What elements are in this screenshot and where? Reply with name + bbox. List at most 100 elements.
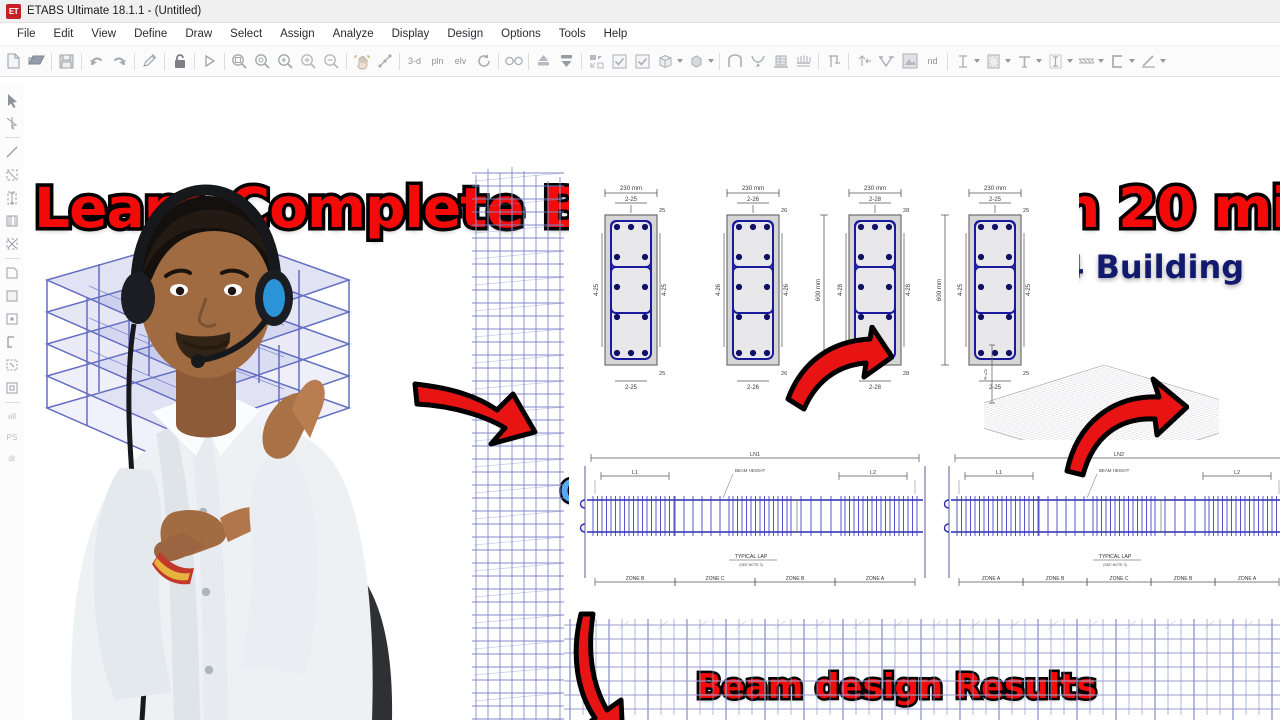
view-elevation-button[interactable]: elv [450, 51, 471, 72]
render-dropdown-caret-icon[interactable] [708, 59, 714, 63]
zoom-out-icon[interactable] [321, 51, 342, 72]
extrude-dropdown-caret-icon[interactable] [677, 59, 683, 63]
window-title: ETABS Ultimate 18.1.1 - (Untitled) [27, 5, 202, 17]
extrude-view-icon[interactable] [655, 51, 676, 72]
draw-wall-icon[interactable] [2, 210, 22, 232]
slab-dim-label: 4-25 [984, 369, 989, 380]
draw-cross-brace-icon[interactable] [2, 233, 22, 255]
select-poly-icon[interactable] [2, 377, 22, 399]
move-up-icon[interactable] [533, 51, 554, 72]
render-solid-icon[interactable] [686, 51, 707, 72]
channel-section-icon[interactable] [1107, 51, 1128, 72]
wall-icon[interactable] [770, 51, 791, 72]
beam-dropdown-caret-icon[interactable] [974, 59, 980, 63]
draw-line-icon[interactable] [2, 141, 22, 163]
svg-text:28: 28 [903, 208, 909, 214]
view-3d-button[interactable]: 3-d [404, 51, 425, 72]
select-window-icon[interactable] [2, 354, 22, 376]
beam-section-icon[interactable] [952, 51, 973, 72]
menu-item-assign[interactable]: Assign [271, 26, 324, 42]
svg-text:LN1: LN1 [750, 452, 760, 458]
channel-dropdown-caret-icon[interactable] [1129, 59, 1135, 63]
model-view-canvas[interactable]: 230 mm 2-25 25 2-25 25 4-25 4-25 230 mm 2-26 26 2-… [24, 85, 1280, 720]
ibeam-section-icon[interactable] [1045, 51, 1066, 72]
arrow-to-rebar-cage-icon [412, 381, 538, 447]
menu-item-file[interactable]: File [8, 26, 45, 42]
svg-text:600 mm: 600 mm [936, 279, 943, 301]
menu-item-analyze[interactable]: Analyze [324, 26, 383, 42]
truss-dropdown-caret-icon[interactable] [1098, 59, 1104, 63]
svg-text:ZONE A: ZONE A [1238, 576, 1257, 582]
svg-text:2-28: 2-28 [869, 197, 882, 203]
svg-text:4-26: 4-26 [716, 283, 722, 296]
slab-load-icon[interactable] [793, 51, 814, 72]
tee-dropdown-caret-icon[interactable] [1036, 59, 1042, 63]
check-model-icon[interactable] [609, 51, 630, 72]
draw-point-icon[interactable] [2, 308, 22, 330]
svg-text:4-25: 4-25 [594, 283, 600, 296]
menu-item-help[interactable]: Help [595, 26, 637, 42]
zoom-box-icon[interactable] [229, 51, 250, 72]
draw-corner-icon[interactable] [2, 331, 22, 353]
ibeam-dropdown-caret-icon[interactable] [1067, 59, 1073, 63]
menu-item-display[interactable]: Display [383, 26, 439, 42]
column-dropdown-caret-icon[interactable] [1005, 59, 1011, 63]
menu-item-draw[interactable]: Draw [176, 26, 221, 42]
menu-item-view[interactable]: View [82, 26, 125, 42]
menu-item-define[interactable]: Define [125, 26, 176, 42]
restraint-icon[interactable] [853, 51, 874, 72]
object-shrink-icon[interactable] [586, 51, 607, 72]
zoom-in-icon[interactable] [298, 51, 319, 72]
draw-quad-icon[interactable] [2, 164, 22, 186]
view-plan-button[interactable]: pln [427, 51, 448, 72]
render-view-icon[interactable] [899, 51, 920, 72]
menu-item-options[interactable]: Options [492, 26, 550, 42]
status-label-all: all [7, 411, 16, 421]
rotate-3d-icon[interactable] [473, 51, 494, 72]
svg-text:28: 28 [903, 371, 909, 377]
truss-section-icon[interactable] [1076, 51, 1097, 72]
cable-icon[interactable] [747, 51, 768, 72]
svg-text:ZONE C: ZONE C [1110, 576, 1129, 582]
edit-pencil-icon[interactable] [139, 51, 160, 72]
move-down-icon[interactable] [556, 51, 577, 72]
rebar-mesh-bottom-view [564, 619, 1280, 720]
svg-text:L2: L2 [870, 470, 876, 476]
svg-text:TYPICAL LAP: TYPICAL LAP [735, 554, 768, 560]
pointer-select-icon[interactable] [2, 89, 22, 111]
unlock-icon[interactable] [169, 51, 190, 72]
menu-item-select[interactable]: Select [221, 26, 271, 42]
draw-rect-area-icon[interactable] [2, 285, 22, 307]
svg-text:2-25: 2-25 [625, 385, 638, 391]
draw-line-tool-icon[interactable] [1138, 51, 1159, 72]
moment-frame-icon[interactable] [876, 51, 897, 72]
run-analysis-icon[interactable] [199, 51, 220, 72]
svg-text:25: 25 [659, 371, 665, 377]
tee-section-icon[interactable] [1014, 51, 1035, 72]
menu-item-design[interactable]: Design [438, 26, 492, 42]
menu-item-tools[interactable]: Tools [550, 26, 595, 42]
menu-item-edit[interactable]: Edit [45, 26, 83, 42]
redo-icon[interactable] [109, 51, 130, 72]
select-adjacent-icon[interactable] [2, 112, 22, 134]
show-undeformed-icon[interactable] [503, 51, 524, 72]
check-model-2-icon[interactable] [632, 51, 653, 72]
svg-text:25: 25 [659, 208, 665, 214]
column-section-icon[interactable] [983, 51, 1004, 72]
draw-dropdown-caret-icon[interactable] [1160, 59, 1166, 63]
set-display-options-icon[interactable] [374, 51, 395, 72]
nd-button[interactable]: nd [922, 51, 943, 72]
new-model-icon[interactable] [3, 51, 24, 72]
draw-floor-icon[interactable] [2, 262, 22, 284]
svg-text:TYPICAL LAP: TYPICAL LAP [1099, 554, 1132, 560]
draw-column-icon[interactable] [2, 187, 22, 209]
zoom-fit-icon[interactable] [252, 51, 273, 72]
frame-portal-icon[interactable] [724, 51, 745, 72]
undo-icon[interactable] [86, 51, 107, 72]
building-3d-frame-model [44, 231, 352, 488]
section-cut-icon[interactable] [823, 51, 844, 72]
zoom-previous-icon[interactable] [275, 51, 296, 72]
save-icon[interactable] [56, 51, 77, 72]
open-file-icon[interactable] [26, 51, 47, 72]
pan-icon[interactable] [351, 51, 372, 72]
